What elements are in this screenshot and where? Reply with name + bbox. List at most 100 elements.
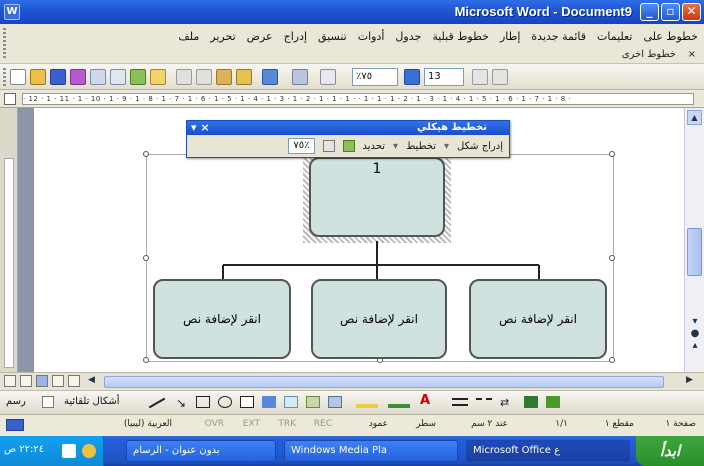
scroll-left-arrow-icon[interactable]: ◀ (88, 375, 100, 387)
close-button[interactable]: ✕ (682, 3, 701, 21)
wordart-icon[interactable] (262, 396, 276, 408)
open-folder-icon[interactable] (30, 69, 46, 85)
cut-icon[interactable] (176, 69, 192, 85)
horizontal-scroll-thumb[interactable] (104, 376, 664, 388)
outline-view-icon[interactable] (52, 375, 64, 387)
new-doc-icon[interactable] (10, 69, 26, 85)
menu-view[interactable]: عرض (247, 30, 273, 43)
diagram-icon[interactable] (284, 396, 298, 408)
vertical-scrollbar[interactable]: ▲ ▾ ● ▴ (684, 108, 704, 372)
insert-table-icon[interactable] (320, 69, 336, 85)
horizontal-ruler[interactable]: · 12 · 1 · 11 · 1 · 10 · 1 · 9 · 1 · 8 ·… (22, 93, 694, 105)
menu-custom-2[interactable]: خطوط على (643, 30, 698, 43)
diagram-canvas[interactable]: 1 انقر لإضافة نص انقر لإضافة نص انقر لإض… (143, 151, 615, 363)
menu-other-lines[interactable]: خطوط اخرى (622, 49, 676, 60)
tray-volume-icon[interactable] (82, 444, 96, 458)
toolbar-grip[interactable] (3, 68, 6, 86)
font-color-icon[interactable]: A (420, 393, 442, 408)
org-child-box[interactable]: انقر لإضافة نص (311, 279, 447, 359)
status-ovr[interactable]: OVR (205, 419, 224, 429)
menu-close-doc[interactable]: × (688, 49, 696, 60)
tray-network-icon[interactable] (62, 444, 76, 458)
tab-selector[interactable] (4, 93, 16, 105)
line-style-icon[interactable] (452, 398, 468, 406)
print-icon[interactable] (90, 69, 106, 85)
menu-grip[interactable] (3, 28, 6, 60)
status-rec[interactable]: REC (314, 419, 332, 429)
menu-new-list[interactable]: قائمة جديدة (531, 30, 586, 43)
font-size-select[interactable]: 13 (424, 68, 464, 86)
print-preview-icon[interactable] (110, 69, 126, 85)
menu-edit[interactable]: تحرير (210, 30, 235, 43)
word-app-icon[interactable]: W (4, 4, 20, 20)
menu-insert[interactable]: إدراج (284, 30, 307, 43)
org-zoom-select[interactable]: ٪٧٥ (288, 138, 315, 154)
taskbar-task-office[interactable]: Microsoft Office ع (466, 440, 630, 462)
menu-table[interactable]: جدول (395, 30, 421, 43)
layout-button[interactable]: تخطيط (406, 141, 436, 152)
3d-style-icon[interactable] (546, 396, 560, 408)
scroll-right-arrow-icon[interactable]: ▶ (686, 375, 698, 387)
bold-icon[interactable] (472, 69, 488, 85)
copy-icon[interactable] (196, 69, 212, 85)
line-icon[interactable] (148, 397, 166, 409)
autoshapes-menu-button[interactable]: أشكال تلقائية (64, 396, 120, 407)
clipart-icon[interactable] (306, 396, 320, 408)
format-painter-icon[interactable] (236, 69, 252, 85)
start-button[interactable]: ابدأ (636, 436, 704, 466)
select-button[interactable]: تحديد (363, 141, 386, 152)
oval-icon[interactable] (218, 396, 232, 408)
menu-custom-1[interactable]: خطوط قبلية (432, 30, 489, 43)
draw-menu-button[interactable]: رسم (6, 396, 26, 407)
browse-object-icon[interactable]: ▾ ● ▴ (689, 316, 701, 356)
menu-file[interactable]: ملف (178, 30, 199, 43)
arrow-style-icon[interactable]: ⇄ (500, 396, 516, 409)
rectangle-icon[interactable] (196, 396, 210, 408)
dash-style-icon[interactable] (476, 398, 492, 406)
menu-help[interactable]: تعليمات (597, 30, 632, 43)
fit-text-icon[interactable] (322, 140, 335, 152)
autoformat-icon[interactable] (342, 140, 355, 152)
minimize-button[interactable]: _ (640, 3, 659, 21)
taskbar-task-paint[interactable]: بدون عنوان - الرسام (126, 440, 276, 462)
save-icon[interactable] (50, 69, 66, 85)
spelling-status-icon[interactable] (6, 419, 24, 431)
normal-view-icon[interactable] (4, 375, 16, 387)
spelling-icon[interactable] (130, 69, 146, 85)
undo-icon[interactable] (262, 69, 278, 85)
permission-icon[interactable] (70, 69, 86, 85)
zoom-select[interactable]: ٪٧٥ (352, 68, 398, 86)
status-ext[interactable]: EXT (243, 419, 260, 429)
align-right-icon[interactable] (404, 69, 420, 85)
insert-shape-button[interactable]: إدراج شكل (457, 141, 503, 152)
vertical-scroll-thumb[interactable] (687, 228, 702, 276)
bullets-icon[interactable] (492, 69, 508, 85)
tray-clock[interactable]: ٢٢:٢٤ ص (4, 444, 44, 455)
fill-color-icon[interactable] (356, 396, 378, 408)
maximize-button[interactable]: ▫ (661, 3, 680, 21)
picture-icon[interactable] (328, 396, 342, 408)
reading-view-icon[interactable] (68, 375, 80, 387)
paste-icon[interactable] (216, 69, 232, 85)
org-child-box[interactable]: انقر لإضافة نص (153, 279, 291, 359)
menu-frame[interactable]: إطار (500, 30, 520, 43)
org-chart-toolbar[interactable]: تخطيط هيكلي × ▾ إدراج شكل ▾ تخطيط ▾ تحدي… (186, 120, 510, 158)
shadow-style-icon[interactable] (524, 396, 538, 408)
line-color-icon[interactable] (388, 396, 410, 408)
org-child-box[interactable]: انقر لإضافة نص (469, 279, 607, 359)
vertical-ruler[interactable] (0, 108, 18, 372)
redo-icon[interactable] (292, 69, 308, 85)
research-icon[interactable] (150, 69, 166, 85)
web-layout-view-icon[interactable] (20, 375, 32, 387)
text-box-icon[interactable] (240, 396, 254, 408)
menu-tools[interactable]: أدوات (358, 30, 385, 43)
select-objects-icon[interactable] (42, 396, 54, 408)
org-toolbar-titlebar[interactable]: تخطيط هيكلي × ▾ (187, 121, 509, 135)
arrow-icon[interactable]: ↘ (176, 396, 186, 410)
menu-format[interactable]: تنسيق (318, 30, 347, 43)
org-toolbar-close-icon[interactable]: × ▾ (191, 121, 210, 135)
status-trk[interactable]: TRK (278, 419, 296, 429)
scroll-up-arrow-icon[interactable]: ▲ (687, 110, 702, 125)
print-layout-view-icon[interactable] (36, 375, 48, 387)
taskbar-task-media-player[interactable]: Windows Media Pla (284, 440, 458, 462)
